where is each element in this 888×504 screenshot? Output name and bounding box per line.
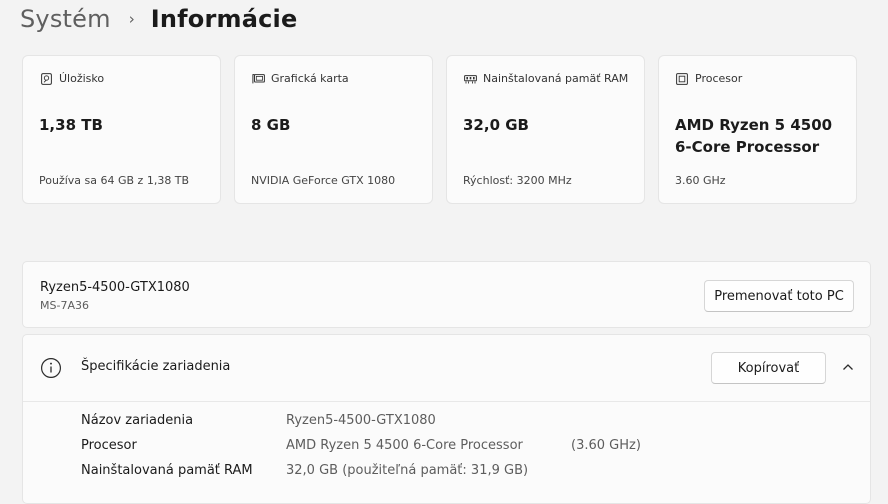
- graphics-card-value: 8 GB: [251, 116, 291, 134]
- device-specifications-panel: Špecifikácie zariadenia Kopírovať Názov …: [22, 334, 871, 504]
- ram-card-value: 32,0 GB: [463, 116, 529, 134]
- rename-pc-button[interactable]: Premenovať toto PC: [704, 280, 854, 312]
- ram-card-detail: Rýchlosť: 3200 MHz: [463, 174, 572, 187]
- processor-card-label: Procesor: [695, 72, 743, 85]
- breadcrumb-system-link[interactable]: Systém: [20, 5, 111, 33]
- storage-card-label: Úložisko: [59, 72, 105, 85]
- storage-card-value: 1,38 TB: [39, 116, 103, 134]
- device-specifications-title: Špecifikácie zariadenia: [81, 359, 231, 374]
- copy-button[interactable]: Kopírovať: [711, 352, 826, 384]
- storage-card-header: Úložisko: [39, 69, 208, 89]
- spec-value[interactable]: AMD Ryzen 5 4500 6-Core Processor: [286, 438, 523, 453]
- processor-card-value: AMD Ryzen 5 4500 6-Core Processor: [675, 116, 833, 156]
- graphics-card-label: Grafická karta: [271, 72, 349, 85]
- ram-card: Nainštalovaná pamäť RAM 32,0 GB Rýchlosť…: [446, 55, 645, 204]
- device-model: MS-7A36: [40, 299, 89, 312]
- spec-label: Názov zariadenia: [81, 413, 194, 428]
- spec-value[interactable]: Ryzen5-4500-GTX1080: [286, 413, 436, 428]
- device-name-panel: Ryzen5-4500-GTX1080 MS-7A36 Premenovať t…: [22, 261, 871, 328]
- ram-card-header: Nainštalovaná pamäť RAM: [463, 69, 632, 89]
- spec-value[interactable]: 32,0 GB (použiteľná pamäť: 31,9 GB): [286, 463, 528, 478]
- ram-card-label: Nainštalovaná pamäť RAM: [483, 72, 629, 85]
- processor-icon: [675, 69, 689, 89]
- graphics-card-card: Grafická karta 8 GB NVIDIA GeForce GTX 1…: [234, 55, 433, 204]
- device-specifications-header[interactable]: Špecifikácie zariadenia Kopírovať: [23, 335, 870, 402]
- page-title: Informácie: [150, 5, 298, 33]
- processor-card-header: Procesor: [675, 69, 844, 89]
- info-icon: [40, 357, 62, 379]
- storage-card: Úložisko 1,38 TB Používa sa 64 GB z 1,38…: [22, 55, 221, 204]
- processor-card: Procesor AMD Ryzen 5 4500 6-Core Process…: [658, 55, 857, 204]
- spec-label: Procesor: [81, 438, 137, 453]
- storage-card-detail: Používa sa 64 GB z 1,38 TB: [39, 174, 190, 187]
- chevron-up-icon[interactable]: [840, 359, 856, 375]
- graphics-card-icon: [251, 69, 265, 89]
- device-name: Ryzen5-4500-GTX1080: [40, 280, 190, 295]
- graphics-card-header: Grafická karta: [251, 69, 420, 89]
- spec-extra-value: (3.60 GHz): [571, 438, 641, 453]
- processor-card-detail: 3.60 GHz: [675, 174, 726, 187]
- breadcrumb: Systém › Informácie: [20, 2, 297, 36]
- spec-label: Nainštalovaná pamäť RAM: [81, 463, 253, 478]
- storage-icon: [39, 69, 53, 89]
- graphics-card-detail: NVIDIA GeForce GTX 1080: [251, 174, 396, 187]
- breadcrumb-chevron-icon: ›: [128, 10, 135, 28]
- ram-icon: [463, 69, 477, 89]
